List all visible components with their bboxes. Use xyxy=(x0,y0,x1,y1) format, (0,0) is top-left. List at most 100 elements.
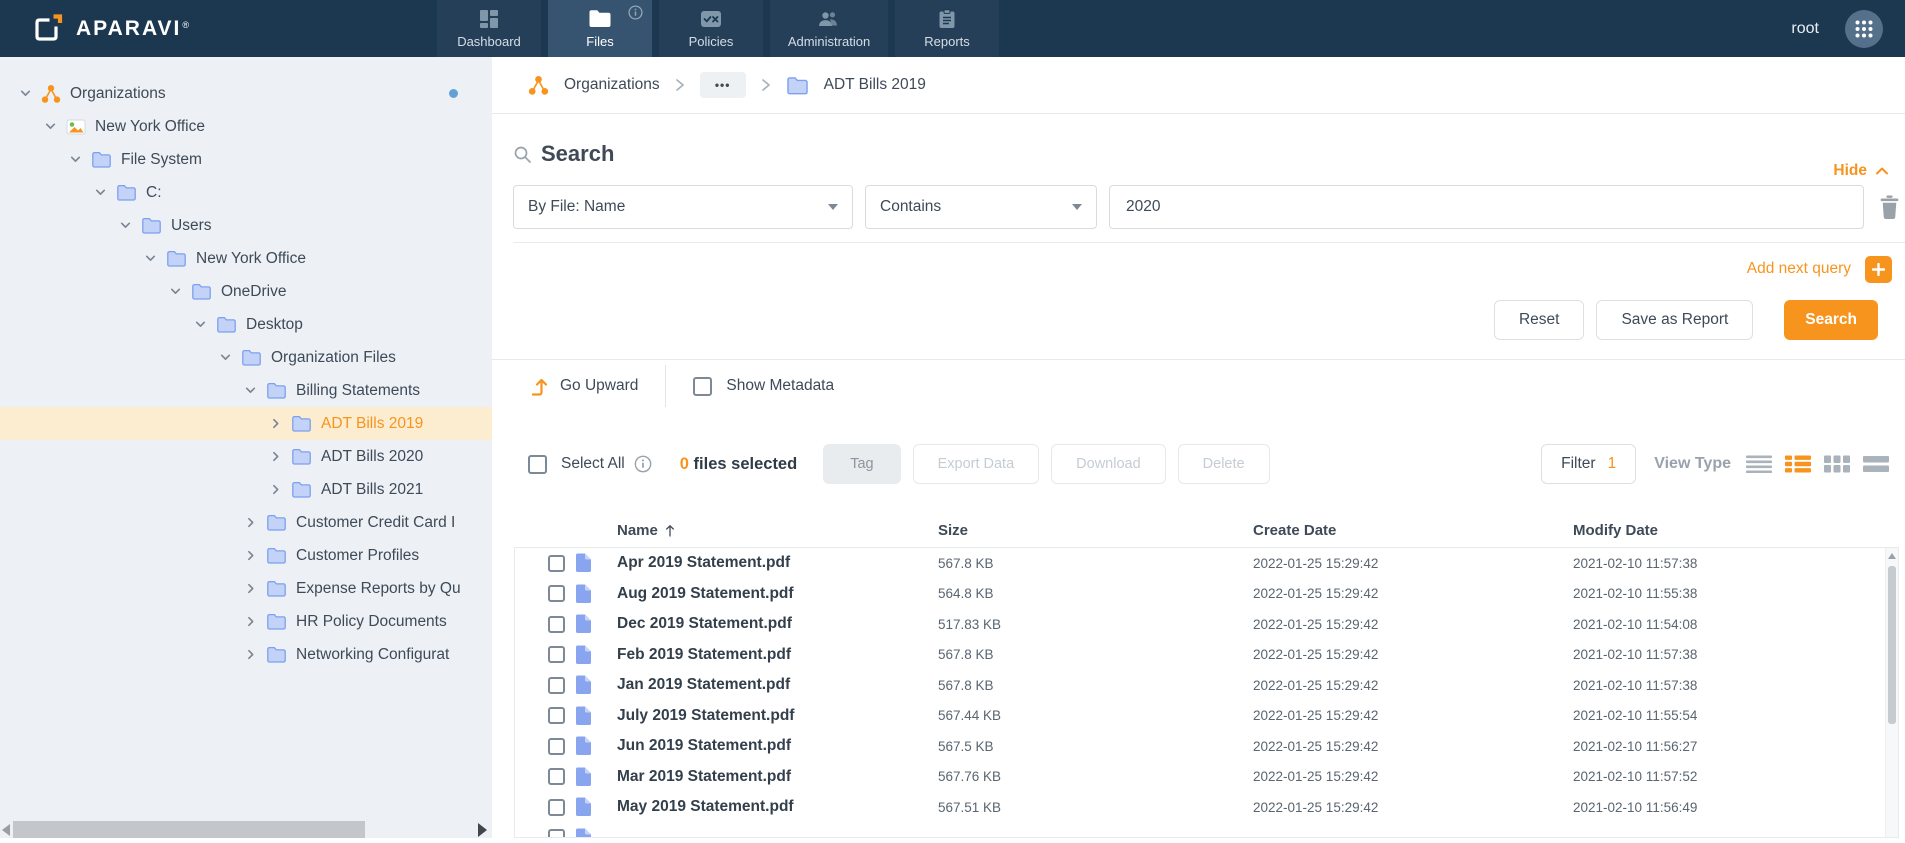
chevron-down-icon[interactable] xyxy=(69,153,91,166)
tab-dashboard[interactable]: Dashboard xyxy=(437,0,541,57)
row-checkbox[interactable] xyxy=(548,676,565,694)
tree-item-onedrive[interactable]: OneDrive xyxy=(0,275,492,308)
query-value-input[interactable] xyxy=(1109,185,1864,229)
tree-item-hr-policy-documents[interactable]: HR Policy Documents xyxy=(0,605,492,638)
tree-item-networking-configurat[interactable]: Networking Configurat xyxy=(0,638,492,671)
column-header-modify-date[interactable]: Modify Date xyxy=(1573,522,1899,539)
search-button[interactable]: Search xyxy=(1784,300,1878,340)
tree-item-customer-credit-card-i[interactable]: Customer Credit Card I xyxy=(0,506,492,539)
chevron-right-icon[interactable] xyxy=(244,582,266,595)
tree-item-file-system[interactable]: File System xyxy=(0,143,492,176)
chevron-down-icon[interactable] xyxy=(169,285,191,298)
view-detailed-list-icon[interactable] xyxy=(1785,455,1811,473)
reset-button[interactable]: Reset xyxy=(1493,300,1585,340)
add-next-query-link[interactable]: Add next query xyxy=(1747,260,1851,278)
add-query-button[interactable] xyxy=(1865,255,1892,283)
table-vertical-scrollbar[interactable] xyxy=(1885,548,1898,837)
chevron-down-icon[interactable] xyxy=(244,384,266,397)
chevron-right-icon[interactable] xyxy=(269,483,291,496)
chevron-down-icon[interactable] xyxy=(94,186,116,199)
tab-administration[interactable]: Administration xyxy=(770,0,888,57)
file-row-apr-2019-statement-pdf[interactable]: Apr 2019 Statement.pdf 567.8 KB 2022-01-25… xyxy=(515,548,1898,579)
file-row-july-2019-statement-pdf[interactable]: July 2019 Statement.pdf 567.44 KB 2022-01-… xyxy=(515,701,1898,732)
go-upward-link[interactable]: Go Upward xyxy=(560,377,638,395)
scrollbar-thumb[interactable] xyxy=(1888,566,1896,724)
scroll-left-arrow[interactable] xyxy=(2,824,10,836)
row-checkbox[interactable] xyxy=(548,707,565,725)
chevron-right-icon[interactable] xyxy=(244,549,266,562)
chevron-down-icon[interactable] xyxy=(219,351,241,364)
column-header-size[interactable]: Size xyxy=(938,522,1253,539)
chevron-down-icon[interactable] xyxy=(194,318,216,331)
view-grid-icon[interactable] xyxy=(1824,455,1850,473)
tree-item-c[interactable]: C: xyxy=(0,176,492,209)
export-data-button[interactable]: Export Data xyxy=(912,444,1040,484)
query-operator-select[interactable]: Contains xyxy=(865,185,1097,229)
file-row-jan-2019-statement-pdf[interactable]: Jan 2019 Statement.pdf 567.8 KB 2022-01-25… xyxy=(515,670,1898,701)
tag-button[interactable]: Tag xyxy=(823,444,901,484)
sidebar-horizontal-scrollbar[interactable] xyxy=(0,821,492,838)
tree-item-adt-bills-2021[interactable]: ADT Bills 2021 xyxy=(0,473,492,506)
file-row-jun-2019-statement-pdf[interactable]: Jun 2019 Statement.pdf 567.5 KB 2022-01-25… xyxy=(515,731,1898,762)
view-large-rows-icon[interactable] xyxy=(1863,455,1889,473)
query-field-select[interactable]: By File: Name xyxy=(513,185,853,229)
info-icon[interactable] xyxy=(628,5,643,20)
chevron-right-icon[interactable] xyxy=(269,450,291,463)
tree-item-billing-statements[interactable]: Billing Statements xyxy=(0,374,492,407)
row-checkbox[interactable] xyxy=(548,737,565,755)
column-header-name[interactable]: Name xyxy=(617,522,938,539)
file-row-mar-2019-statement-pdf[interactable]: Mar 2019 Statement.pdf 567.76 KB 2022-01-2… xyxy=(515,762,1898,793)
chevron-right-icon[interactable] xyxy=(244,615,266,628)
file-row-feb-2019-statement-pdf[interactable]: Feb 2019 Statement.pdf 567.8 KB 2022-01-25… xyxy=(515,640,1898,671)
column-header-create-date[interactable]: Create Date xyxy=(1253,522,1573,539)
scroll-right-arrow[interactable] xyxy=(478,823,487,837)
chevron-down-icon[interactable] xyxy=(19,87,41,100)
breadcrumb-ellipsis-button[interactable]: ••• xyxy=(699,72,746,98)
tree-item-desktop[interactable]: Desktop xyxy=(0,308,492,341)
tree-item-new-york-office[interactable]: New York Office xyxy=(0,110,492,143)
info-icon[interactable] xyxy=(634,455,652,473)
tree-item-organization-files[interactable]: Organization Files xyxy=(0,341,492,374)
scrollbar-thumb[interactable] xyxy=(13,821,365,838)
show-metadata-checkbox[interactable] xyxy=(693,376,713,396)
row-checkbox[interactable] xyxy=(548,829,565,837)
delete-query-icon[interactable] xyxy=(1879,195,1900,219)
tree-item-adt-bills-2020[interactable]: ADT Bills 2020 xyxy=(0,440,492,473)
file-row-dec-2019-statement-pdf[interactable]: Dec 2019 Statement.pdf 517.83 KB 2022-01-2… xyxy=(515,609,1898,640)
select-all-checkbox[interactable] xyxy=(528,454,547,474)
save-as-report-button[interactable]: Save as Report xyxy=(1596,300,1754,340)
chevron-right-icon[interactable] xyxy=(244,648,266,661)
view-list-icon[interactable] xyxy=(1746,455,1772,473)
breadcrumb-root[interactable]: Organizations xyxy=(564,76,660,94)
row-checkbox[interactable] xyxy=(548,798,565,816)
tab-reports[interactable]: Reports xyxy=(895,0,999,57)
row-checkbox[interactable] xyxy=(548,554,565,572)
apps-grid-button[interactable] xyxy=(1845,9,1883,48)
tree-item-expense-reports-by-qu[interactable]: Expense Reports by Qu xyxy=(0,572,492,605)
row-checkbox[interactable] xyxy=(548,615,565,633)
file-row-may-2019-statement-pdf[interactable]: May 2019 Statement.pdf 567.51 KB 2022-01-2… xyxy=(515,792,1898,823)
tree-item-organizations[interactable]: Organizations xyxy=(0,77,492,110)
scroll-up-arrow[interactable] xyxy=(1888,553,1896,559)
tab-files[interactable]: Files xyxy=(548,0,652,57)
tree-item-users[interactable]: Users xyxy=(0,209,492,242)
chevron-down-icon[interactable] xyxy=(119,219,141,232)
chevron-down-icon[interactable] xyxy=(44,120,66,133)
row-checkbox[interactable] xyxy=(548,768,565,786)
file-size: 567.44 KB xyxy=(938,708,1002,724)
file-row-partial[interactable] xyxy=(515,823,1898,837)
tree-item-customer-profiles[interactable]: Customer Profiles xyxy=(0,539,492,572)
hide-search-link[interactable]: Hide xyxy=(1833,162,1889,180)
row-checkbox[interactable] xyxy=(548,646,565,664)
chevron-right-icon[interactable] xyxy=(244,516,266,529)
tree-item-new-york-office[interactable]: New York Office xyxy=(0,242,492,275)
delete-button[interactable]: Delete xyxy=(1177,444,1270,484)
filter-button[interactable]: Filter 1 xyxy=(1541,444,1637,484)
row-checkbox[interactable] xyxy=(548,585,565,603)
download-button[interactable]: Download xyxy=(1051,444,1166,484)
file-row-aug-2019-statement-pdf[interactable]: Aug 2019 Statement.pdf 564.8 KB 2022-01-25… xyxy=(515,579,1898,610)
tab-policies[interactable]: Policies xyxy=(659,0,763,57)
chevron-right-icon[interactable] xyxy=(269,417,291,430)
chevron-down-icon[interactable] xyxy=(144,252,166,265)
tree-item-adt-bills-2019[interactable]: ADT Bills 2019 xyxy=(0,407,492,440)
